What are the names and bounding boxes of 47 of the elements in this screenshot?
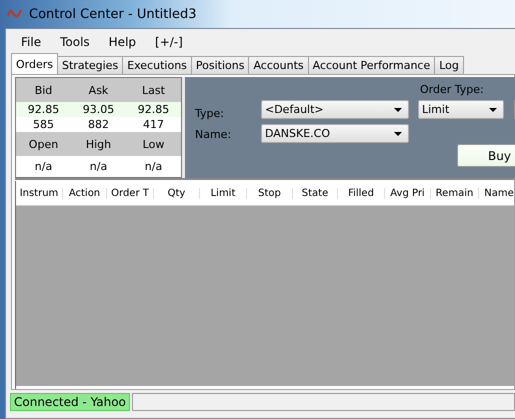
column-header[interactable]: State xyxy=(293,188,338,198)
window-title: Control Center - Untitled3 xyxy=(29,6,197,22)
price-value: 92.85 xyxy=(26,103,60,116)
column-header: Low xyxy=(142,138,166,150)
type-label: Type: xyxy=(195,107,225,120)
column-header[interactable]: Action xyxy=(63,188,107,198)
stat-value: n/a xyxy=(88,160,108,173)
column-header: Bid xyxy=(34,84,54,96)
app-logo-icon xyxy=(7,8,23,20)
menu-item[interactable]: Help xyxy=(108,35,136,49)
column-header[interactable]: Qty xyxy=(154,188,200,198)
tab[interactable]: Accounts xyxy=(248,56,309,74)
size-value: 882 xyxy=(87,118,110,131)
stat-value: n/a xyxy=(144,160,164,173)
column-header: Ask xyxy=(88,84,110,96)
size-value: 417 xyxy=(142,118,165,131)
tab[interactable]: Strategies xyxy=(57,56,124,74)
column-header[interactable]: Name xyxy=(479,188,515,198)
size-value: 585 xyxy=(32,118,55,131)
menu-item[interactable]: [+/-] xyxy=(155,35,183,49)
column-header[interactable]: Avg Pri xyxy=(385,188,431,198)
type-dropdown[interactable]: <Default> xyxy=(261,100,409,119)
tab[interactable]: Executions xyxy=(122,56,192,74)
column-header[interactable]: Order T xyxy=(107,188,154,198)
name-label: Name: xyxy=(195,128,232,141)
order-type-label: Order Type: xyxy=(419,83,485,96)
column-header: Last xyxy=(141,84,166,96)
column-header: High xyxy=(84,138,112,150)
name-dropdown[interactable]: DANSKE.CO xyxy=(261,124,409,143)
stat-value: n/a xyxy=(34,160,54,173)
price-value: 92.85 xyxy=(136,103,170,116)
connection-status: Connected - Yahoo xyxy=(10,393,130,411)
menu-item[interactable]: File xyxy=(21,35,42,49)
column-header[interactable]: Filled xyxy=(338,188,385,198)
buy-button[interactable]: Buy xyxy=(457,144,515,167)
column-header[interactable]: Remain xyxy=(431,188,479,198)
column-header[interactable]: Stop xyxy=(247,188,293,198)
tab[interactable]: Log xyxy=(434,56,464,74)
tab[interactable]: Account Performance xyxy=(308,56,436,74)
order-type-dropdown[interactable]: Limit xyxy=(418,100,504,119)
tab[interactable]: Orders xyxy=(11,53,58,74)
column-header[interactable]: Limit xyxy=(200,188,247,198)
tab[interactable]: Positions xyxy=(190,56,250,74)
menu-item[interactable]: Tools xyxy=(60,35,90,49)
price-value: 93.05 xyxy=(82,103,116,116)
column-header[interactable]: Instrum xyxy=(16,188,63,198)
column-header: Open xyxy=(28,138,60,150)
